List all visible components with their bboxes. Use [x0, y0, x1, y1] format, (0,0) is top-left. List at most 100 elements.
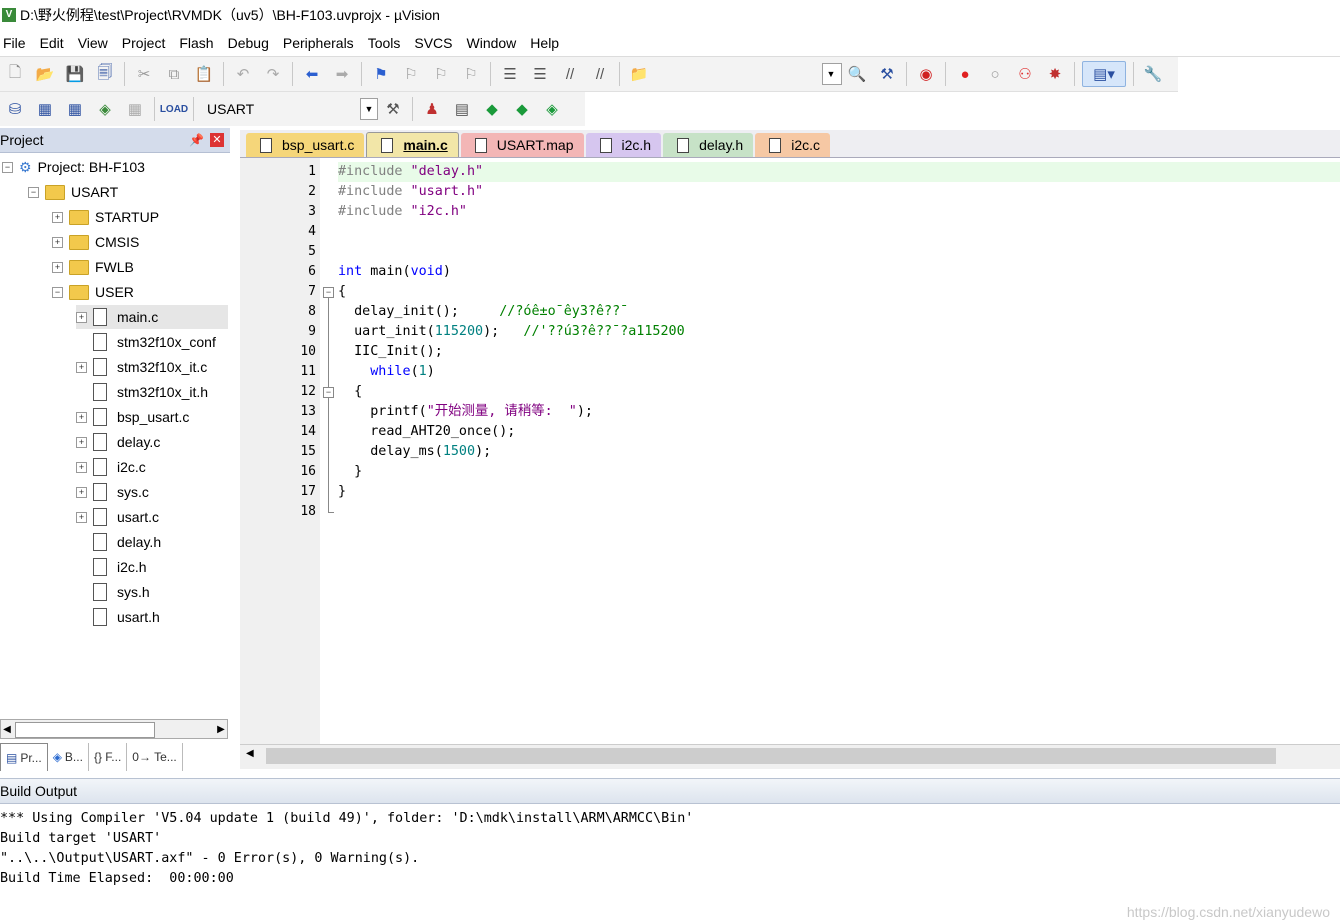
expand-icon[interactable]: +: [76, 411, 87, 423]
pin-icon[interactable]: 📌: [189, 133, 204, 147]
tree-group[interactable]: − USER: [52, 280, 134, 304]
download-icon[interactable]: LOAD: [160, 97, 188, 121]
expand-icon[interactable]: +: [52, 236, 63, 248]
menu-project[interactable]: Project: [119, 35, 174, 51]
kill-all-breakpoints-icon[interactable]: ✸: [1043, 62, 1067, 86]
target-select[interactable]: USART ▼: [202, 98, 378, 120]
expand-icon[interactable]: +: [76, 311, 87, 323]
close-icon[interactable]: ✕: [210, 133, 224, 147]
uncomment-icon[interactable]: //: [588, 62, 612, 86]
tab-main-c[interactable]: main.c: [366, 132, 459, 157]
tree-root[interactable]: − ⚙ Project: BH-F103: [2, 155, 145, 179]
cut-icon[interactable]: ✂: [132, 62, 156, 86]
tree-file[interactable]: delay.h: [76, 530, 161, 554]
tree-file[interactable]: + i2c.c: [76, 455, 146, 479]
menu-svcs[interactable]: SVCS: [411, 35, 460, 51]
new-file-icon[interactable]: 🗋: [3, 62, 27, 86]
manage-rte-icon[interactable]: ◆: [480, 97, 504, 121]
menu-file[interactable]: File: [0, 35, 34, 51]
open-file-icon[interactable]: 📂: [33, 62, 57, 86]
build-icon[interactable]: ▦: [33, 97, 57, 121]
find-in-files-icon[interactable]: 📁: [627, 62, 651, 86]
save-all-icon[interactable]: 🗐: [93, 62, 117, 86]
tree-file[interactable]: stm32f10x_conf: [76, 330, 216, 354]
code-area[interactable]: #include "delay.h" #include "usart.h" #i…: [338, 158, 1340, 744]
scroll-thumb[interactable]: [266, 748, 1276, 764]
paste-icon[interactable]: 📋: [192, 62, 216, 86]
tree-file[interactable]: usart.h: [76, 605, 160, 629]
scroll-left-icon[interactable]: ◀: [246, 748, 254, 759]
comment-icon[interactable]: //: [558, 62, 582, 86]
redo-icon[interactable]: ↷: [261, 62, 285, 86]
expand-icon[interactable]: +: [76, 486, 87, 498]
navigate-forward-icon[interactable]: ➡: [330, 62, 354, 86]
expand-icon[interactable]: +: [52, 261, 63, 273]
prev-bookmark-icon[interactable]: ⚐: [399, 62, 423, 86]
clear-bookmarks-icon[interactable]: ⚐: [459, 62, 483, 86]
collapse-icon[interactable]: −: [28, 186, 39, 198]
expand-icon[interactable]: +: [76, 436, 87, 448]
bookmark-icon[interactable]: ⚑: [369, 62, 393, 86]
pack-installer-icon[interactable]: ◈: [540, 97, 564, 121]
save-icon[interactable]: 💾: [63, 62, 87, 86]
tab-functions[interactable]: {} F...: [89, 743, 128, 771]
menu-window[interactable]: Window: [464, 35, 525, 51]
tree-file[interactable]: + delay.c: [76, 430, 160, 454]
undo-icon[interactable]: ↶: [231, 62, 255, 86]
tree-file[interactable]: + stm32f10x_it.c: [76, 355, 207, 379]
menu-flash[interactable]: Flash: [176, 35, 221, 51]
project-horizontal-scrollbar[interactable]: ◀ ▶: [0, 719, 228, 739]
tab-i2c-h[interactable]: i2c.h: [585, 133, 662, 157]
disable-breakpoint-icon[interactable]: ○: [983, 62, 1007, 86]
tree-file-selected[interactable]: + main.c: [76, 305, 228, 329]
menu-view[interactable]: View: [75, 35, 116, 51]
tree-file[interactable]: + sys.c: [76, 480, 149, 504]
editor-horizontal-scrollbar[interactable]: ◀: [240, 744, 1340, 769]
scroll-right-icon[interactable]: ▶: [215, 724, 227, 735]
target-options-icon[interactable]: ⚒: [381, 97, 405, 121]
navigate-back-icon[interactable]: ⬅: [300, 62, 324, 86]
tree-file[interactable]: sys.h: [76, 580, 150, 604]
next-bookmark-icon[interactable]: ⚐: [429, 62, 453, 86]
manage-components-icon[interactable]: ♟: [420, 97, 444, 121]
expand-icon[interactable]: +: [52, 211, 63, 223]
translate-icon[interactable]: ⛁: [3, 97, 27, 121]
debug-session-icon[interactable]: ◉: [914, 62, 938, 86]
tab-books[interactable]: ◈ B...: [48, 743, 89, 771]
expand-icon[interactable]: +: [76, 511, 87, 523]
tree-file[interactable]: stm32f10x_it.h: [76, 380, 208, 404]
configure-icon[interactable]: 🔧: [1141, 62, 1165, 86]
menu-edit[interactable]: Edit: [37, 35, 72, 51]
scroll-left-icon[interactable]: ◀: [1, 724, 13, 735]
code-editor[interactable]: 1 2 3 4 5 6 7 8 9 10 11 12 13 14 15 16 1…: [240, 158, 1340, 744]
unindent-icon[interactable]: ☰: [528, 62, 552, 86]
menu-help[interactable]: Help: [527, 35, 567, 51]
select-packs-icon[interactable]: ◆: [510, 97, 534, 121]
incremental-find-icon[interactable]: ⚒: [875, 62, 899, 86]
fold-toggle-icon[interactable]: −: [323, 387, 334, 398]
tree-group[interactable]: + FWLB: [52, 255, 134, 279]
tree-group[interactable]: + CMSIS: [52, 230, 139, 254]
tab-templates[interactable]: 0→ Te...: [127, 743, 183, 771]
menu-peripherals[interactable]: Peripherals: [280, 35, 362, 51]
tree-target[interactable]: − USART: [28, 180, 118, 204]
insert-breakpoint-icon[interactable]: ●: [953, 62, 977, 86]
file-extensions-icon[interactable]: ▤: [450, 97, 474, 121]
scroll-thumb[interactable]: [15, 722, 155, 738]
stop-build-icon[interactable]: ▦: [123, 97, 147, 121]
copy-icon[interactable]: ⧉: [162, 62, 186, 86]
batch-build-icon[interactable]: ◈: [93, 97, 117, 121]
window-layout-icon[interactable]: ▤▾: [1082, 61, 1126, 87]
tab-delay-h[interactable]: delay.h: [663, 133, 754, 157]
expand-icon[interactable]: +: [76, 461, 87, 473]
tree-file[interactable]: i2c.h: [76, 555, 147, 579]
tree-group[interactable]: + STARTUP: [52, 205, 159, 229]
collapse-icon[interactable]: −: [2, 161, 13, 173]
tree-file[interactable]: + usart.c: [76, 505, 159, 529]
find-icon[interactable]: 🔍: [845, 62, 869, 86]
menu-tools[interactable]: Tools: [365, 35, 409, 51]
menu-debug[interactable]: Debug: [225, 35, 277, 51]
fold-toggle-icon[interactable]: −: [323, 287, 334, 298]
disable-all-breakpoints-icon[interactable]: ⚇: [1013, 62, 1037, 86]
collapse-icon[interactable]: −: [52, 286, 63, 298]
